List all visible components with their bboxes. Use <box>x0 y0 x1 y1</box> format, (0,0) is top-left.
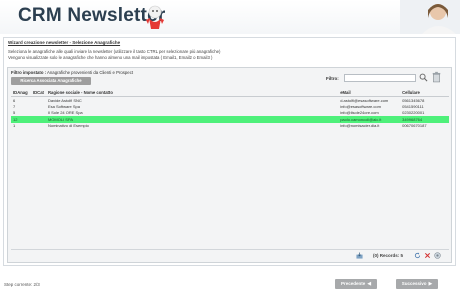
associated-search-button[interactable]: Ricerca Associata Anagrafiche <box>11 77 91 85</box>
selection-box: Filtro impostato : Anagrafiche provenien… <box>7 67 452 263</box>
column-header-idanag[interactable]: IDAnag <box>11 89 31 97</box>
table-row[interactable]: 1 Nominativo di Esempio info@nomisacier.… <box>11 123 449 129</box>
search-icon[interactable] <box>419 73 428 82</box>
cell-idanag: 6 <box>13 97 16 103</box>
filter-search-label: Filtro: <box>326 76 339 81</box>
arrow-left-icon: ◀ <box>367 281 372 287</box>
filter-search-input[interactable] <box>344 74 416 82</box>
refresh-icon[interactable] <box>414 252 421 259</box>
cell-cellulare: 0561345678 <box>402 97 425 103</box>
anagrafiche-table: IDAnag IDCat Ragione sociale - Nome cont… <box>11 89 449 129</box>
wizard-panel: Wizard creazione newsletter - Selezione … <box>3 37 456 266</box>
column-header-email[interactable]: eMail <box>338 89 401 97</box>
wizard-description: Seleziona le anagrafiche alle quali invi… <box>8 49 220 60</box>
mascot-logo-icon <box>146 5 164 29</box>
clear-filter-icon[interactable] <box>424 252 431 259</box>
wizard-description-line2: Vengono visualizzate solo le anagrafiche… <box>8 54 213 60</box>
grid-status-bar: (0) Records: 5 <box>11 249 449 261</box>
trash-icon[interactable] <box>432 71 441 83</box>
table-row[interactable]: 6 Davide Astolfi SNC d.astolfi@esasoftwa… <box>11 97 449 104</box>
cell-name: Nominativo di Esempio <box>47 123 89 129</box>
cell-cellulare: 00670670187 <box>402 123 427 129</box>
column-header-idcat[interactable]: IDCat <box>30 89 46 97</box>
previous-button[interactable]: Precedente ◀ <box>335 279 377 289</box>
cell-email: d.astolfi@esasoftware.com <box>340 97 389 103</box>
previous-button-label: Precedente <box>340 281 366 286</box>
cell-idcat <box>31 97 46 104</box>
wizard-description-line1: Seleziona le anagrafiche alle quali invi… <box>8 49 221 54</box>
filter-info: Filtro impostato : Anagrafiche provenien… <box>11 70 133 75</box>
cell-idanag: 1 <box>13 123 16 129</box>
help-icon[interactable] <box>434 252 441 259</box>
records-count: (0) Records: 5 <box>373 253 404 258</box>
table-header-row: IDAnag IDCat Ragione sociale - Nome cont… <box>11 89 449 97</box>
wizard-title: Wizard creazione newsletter - Selezione … <box>8 40 121 45</box>
column-header-cellulare[interactable]: Cellulare <box>400 89 449 97</box>
filter-info-value: Anagrafiche provenienti da Clienti e Pro… <box>46 70 134 75</box>
app-header: CRM Newsletter <box>0 0 460 34</box>
filter-info-label: Filtro impostato : <box>11 70 47 75</box>
current-step: Step corrente: 2/3 <box>4 282 40 287</box>
header-person-image-icon <box>400 0 460 34</box>
column-header-ragione-sociale[interactable]: Ragione sociale - Nome contatto <box>45 89 339 97</box>
cell-email: info@nomisacier.dia.it <box>340 123 380 129</box>
arrow-right-icon: ▶ <box>428 281 433 287</box>
cell-name: Davide Astolfi SNC <box>47 97 82 103</box>
cell-idcat <box>31 123 46 129</box>
export-icon[interactable] <box>356 252 363 259</box>
next-button[interactable]: Successivo ▶ <box>396 279 438 289</box>
next-button-label: Successivo <box>401 281 427 286</box>
